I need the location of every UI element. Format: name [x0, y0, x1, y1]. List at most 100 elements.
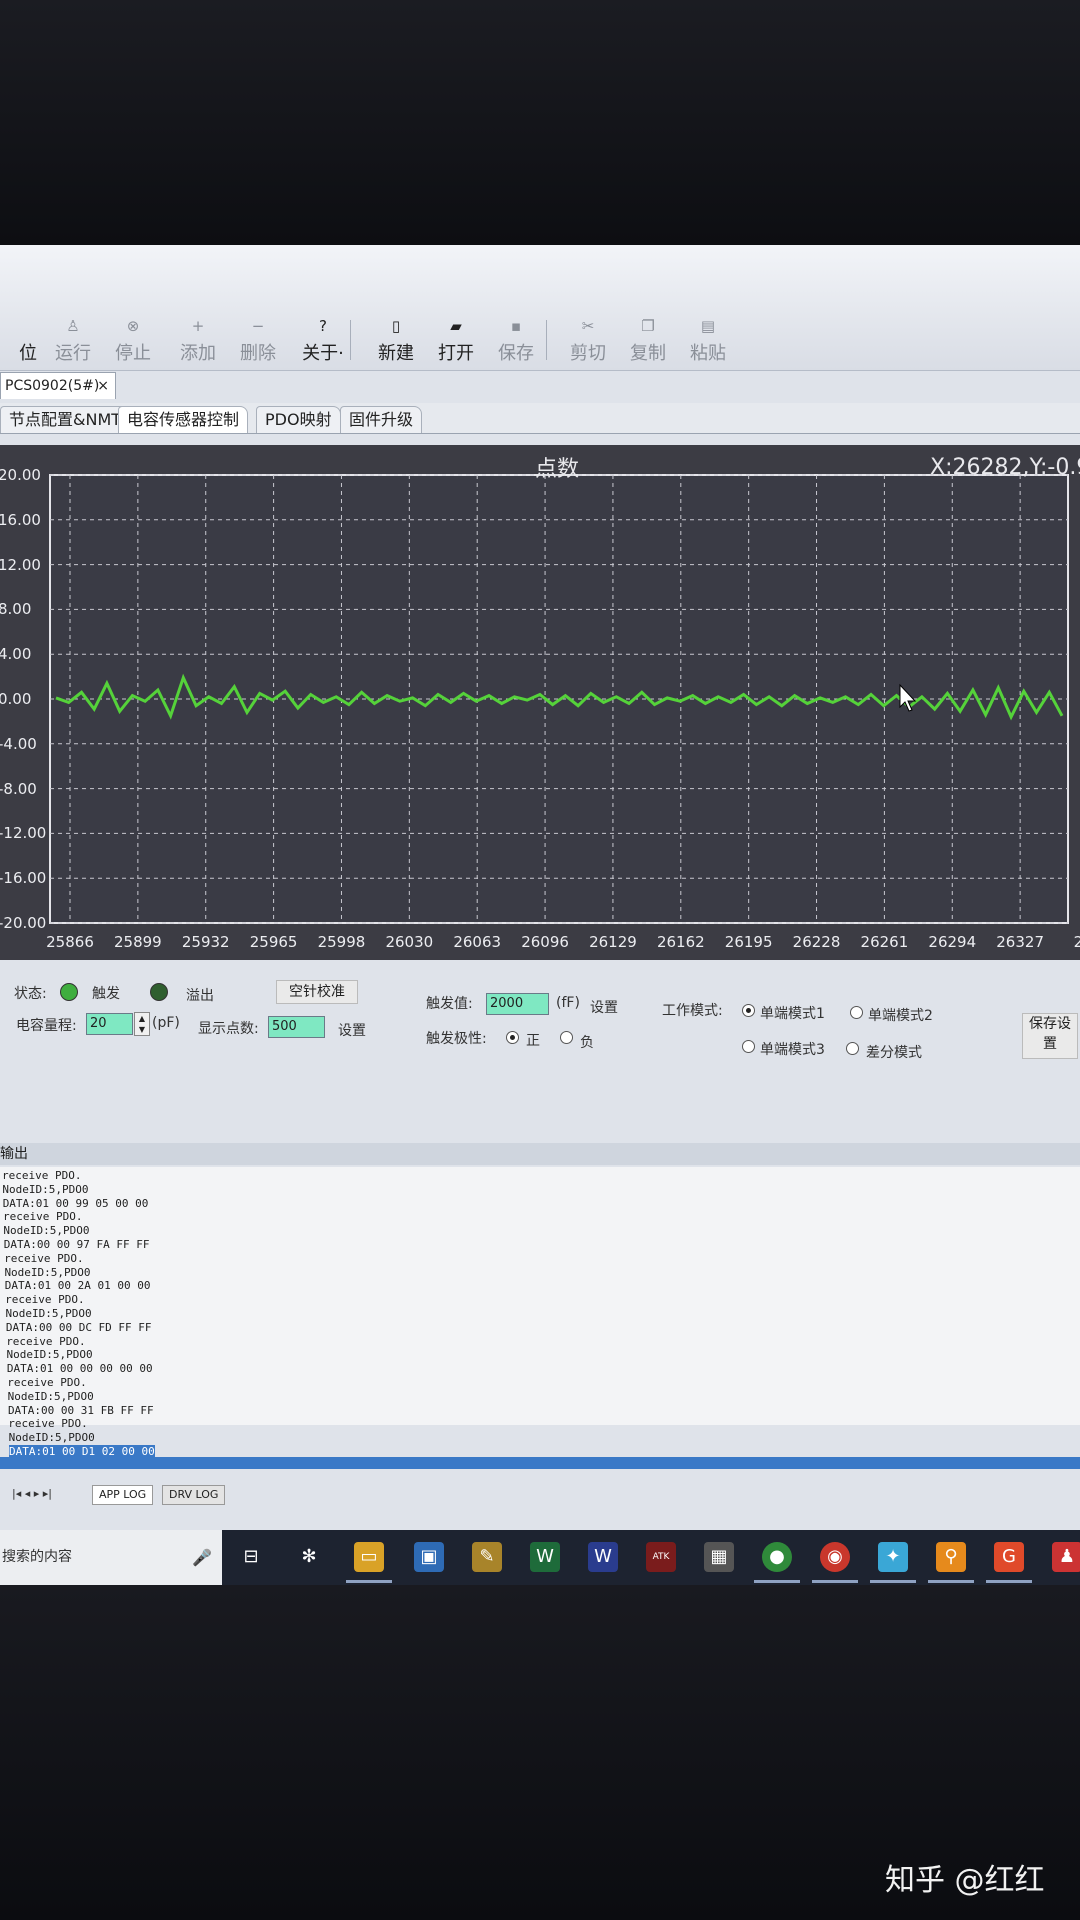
ide-app-icon[interactable]: ATK — [646, 1542, 676, 1572]
calculator-icon[interactable]: ▦ — [704, 1542, 734, 1572]
x-tick-label: 25998 — [317, 933, 366, 951]
w-blue-app-icon[interactable]: W — [588, 1542, 618, 1572]
new-icon: ▯ — [391, 317, 401, 335]
chrome-icon[interactable]: ◉ — [820, 1542, 850, 1572]
search-app-icon[interactable]: ⚲ — [936, 1542, 966, 1572]
polarity-negative-radio[interactable] — [560, 1031, 573, 1044]
tab-pdo-mapping[interactable]: PDO映射 — [256, 406, 341, 433]
y-tick-label: -4.00 — [0, 734, 37, 753]
document-tab[interactable]: PCS0902(5#) × — [0, 372, 116, 399]
green-circle-app-icon[interactable]: ● — [762, 1542, 792, 1572]
x-tick-label: 26195 — [724, 933, 773, 951]
toolbar-button-label: 位 — [19, 343, 37, 364]
mode-diff-radio[interactable] — [846, 1042, 859, 1055]
log-line[interactable]: DATA:00 00 97 FA FF FF — [4, 1238, 150, 1251]
tab-firmware-upgrade[interactable]: 固件升级 — [340, 406, 423, 433]
w-green-app-icon[interactable]: W — [530, 1542, 560, 1572]
log-selection-bar — [0, 1457, 1080, 1469]
toolbar-button-run[interactable]: ♙ 运行 — [45, 315, 101, 364]
mode3-radio[interactable] — [742, 1040, 755, 1053]
polarity-positive-label: 正 — [526, 1033, 540, 1049]
points-set-button[interactable]: 设置 — [338, 1020, 366, 1040]
log-line[interactable]: receive PDO. — [3, 1210, 82, 1223]
log-line[interactable]: receive PDO. — [5, 1293, 84, 1306]
log-line[interactable]: receive PDO. — [4, 1252, 83, 1265]
log-line[interactable]: NodeID:5,PDO0 — [7, 1348, 93, 1361]
log-line[interactable]: receive PDO. — [6, 1335, 85, 1348]
log-line[interactable]: DATA:01 00 2A 01 00 00 — [5, 1279, 151, 1292]
toolbar-button-copy[interactable]: ❐ 复制 — [620, 315, 676, 364]
taskbar-active-indicator — [986, 1580, 1032, 1583]
save-icon: ▪ — [510, 317, 522, 335]
toolbar-button-delete[interactable]: − 删除 — [230, 315, 286, 364]
tool-app-icon[interactable]: ✎ — [472, 1542, 502, 1572]
microphone-icon[interactable]: 🎤 — [192, 1530, 212, 1585]
toolbar: 位 ♙ 运行 ⊗ 停止 + 添加 − 删除? 关于· ▯ 新建 ▰ 打开 ▪ 保存 ✂ 剪切 ❐ 复制 ▤ 粘贴 — [0, 245, 1080, 371]
work-mode-label: 工作模式: — [662, 1003, 723, 1019]
log-line[interactable]: receive PDO. — [2, 1169, 81, 1182]
log-line[interactable]: receive PDO. — [8, 1417, 87, 1430]
mode1-radio[interactable] — [742, 1004, 755, 1017]
function-tabs: 节点配置&NMT 电容传感器控制 PDO映射 固件升级 — [0, 403, 1080, 434]
mode2-radio[interactable] — [850, 1006, 863, 1019]
x-tick-label: 26294 — [928, 933, 977, 951]
toolbar-button-open[interactable]: ▰ 打开 — [428, 315, 484, 364]
tab-app-log[interactable]: APP LOG — [92, 1485, 154, 1505]
log-line[interactable]: NodeID:5,PDO0 — [4, 1266, 90, 1279]
polarity-positive-radio[interactable] — [506, 1031, 519, 1044]
location-icon — [17, 315, 39, 337]
cursor-readout: X:26282,Y:-0.9 — [930, 455, 1080, 480]
toolbar-button-cut[interactable]: ✂ 剪切 — [560, 315, 616, 364]
toolbar-button-paste[interactable]: ▤ 粘贴 — [680, 315, 736, 364]
toolbar-button-label: 保存 — [498, 343, 534, 364]
virtualbox-icon[interactable]: ▣ — [414, 1542, 444, 1572]
toolbar-button-help[interactable]: ? 关于· — [295, 315, 351, 364]
save-settings-button[interactable]: 保存设置 — [1022, 1013, 1078, 1059]
close-icon[interactable]: × — [97, 373, 109, 399]
x-tick-label: 26261 — [860, 933, 909, 951]
document-tab-label: PCS0902(5#) — [5, 378, 100, 394]
log-line[interactable]: DATA:01 00 99 05 00 00 — [3, 1197, 149, 1210]
cap-range-stepper[interactable]: ▲ ▼ — [134, 1012, 150, 1036]
points-input[interactable]: 500 — [268, 1016, 325, 1038]
log-line[interactable]: DATA:00 00 DC FD FF FF — [6, 1321, 152, 1334]
toolbar-button-new[interactable]: ▯ 新建 — [368, 315, 424, 364]
mode-diff-label: 差分模式 — [866, 1045, 922, 1061]
log-line[interactable]: DATA:01 00 00 00 00 00 — [7, 1362, 153, 1375]
log-line[interactable]: NodeID:5,PDO0 — [2, 1183, 88, 1196]
tab-node-config[interactable]: 节点配置&NMT — [0, 406, 131, 433]
taskbar-search[interactable]: 搜索的内容 🎤 — [0, 1530, 222, 1585]
polarity-label: 触发极性: — [426, 1031, 487, 1047]
toolbar-button-label: 复制 — [630, 343, 666, 364]
add-icon: + — [191, 317, 205, 335]
chart-plot — [49, 474, 1069, 924]
trigger-value-input[interactable]: 2000 — [486, 993, 549, 1015]
output-log[interactable]: receive PDO. NodeID:5,PDO0 DATA:01 00 99 0… — [0, 1167, 1080, 1458]
log-line[interactable]: NodeID:5,PDO0 — [9, 1431, 95, 1444]
log-line[interactable]: DATA:00 00 31 FB FF FF — [8, 1404, 154, 1417]
toolbar-button-stop[interactable]: ⊗ 停止 — [105, 315, 161, 364]
calibrate-button[interactable]: 空针校准 — [276, 980, 358, 1004]
log-line[interactable]: NodeID:5,PDO0 — [3, 1224, 89, 1237]
red-app-icon[interactable]: ♟ — [1052, 1542, 1080, 1572]
toolbar-button-save[interactable]: ▪ 保存 — [488, 315, 544, 364]
trigger-set-button[interactable]: 设置 — [590, 997, 618, 1017]
log-line[interactable]: NodeID:5,PDO0 — [8, 1390, 94, 1403]
log-line[interactable]: receive PDO. — [7, 1376, 86, 1389]
log-line[interactable]: NodeID:5,PDO0 — [6, 1307, 92, 1320]
toolbar-button-label: 运行 — [55, 343, 91, 364]
orange-app-icon[interactable]: G — [994, 1542, 1024, 1572]
fan-app-icon[interactable]: ✻ — [294, 1542, 324, 1572]
toolbar-button-label: 删除 — [240, 343, 276, 364]
tab-capacitive-sensor[interactable]: 电容传感器控制 — [118, 406, 249, 433]
mode2-label: 单端模式2 — [868, 1008, 933, 1024]
colorful-app-icon[interactable]: ✦ — [878, 1542, 908, 1572]
task-view-icon[interactable]: ⊟ — [236, 1542, 266, 1572]
toolbar-button-add[interactable]: + 添加 — [170, 315, 226, 364]
cap-range-input[interactable]: 20 — [86, 1013, 133, 1035]
tab-drv-log[interactable]: DRV LOG — [162, 1485, 226, 1505]
taskbar-active-indicator — [346, 1580, 392, 1583]
file-explorer-icon[interactable]: ▭ — [354, 1542, 384, 1572]
log-nav-icon[interactable]: |◂ ◂ ▸ ▸| — [12, 1487, 52, 1500]
waveform-chart[interactable]: 点数 X:26282,Y:-0.9 20.00 16.00 12.00 8.00 4.0… — [0, 445, 1080, 960]
